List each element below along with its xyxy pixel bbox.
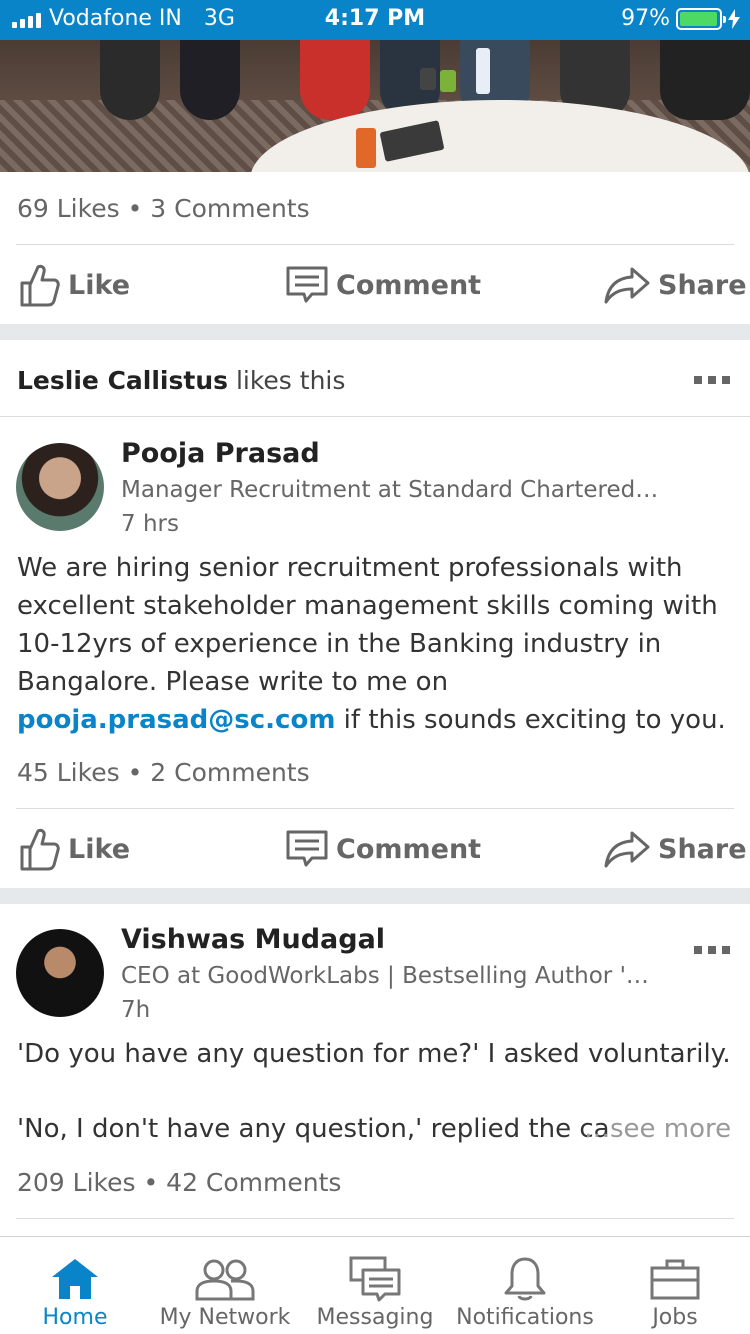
more-options-icon[interactable] [694,376,730,384]
post-text-part: We are hiring senior recruitment profess… [17,553,718,697]
tab-label: Home [42,1305,108,1330]
author-name[interactable]: Vishwas Mudagal [121,924,385,955]
bell-icon [504,1257,546,1301]
post-text-line-1: 'Do you have any question for me?' I ask… [17,1039,731,1069]
post1-actions: Like Comment Share [0,255,750,315]
tab-home[interactable]: Home [0,1237,150,1334]
post2-stats[interactable]: 45 Likes • 2 Comments [0,758,310,787]
post3-stats[interactable]: 209 Likes • 42 Comments [0,1168,341,1197]
email-link[interactable]: pooja.prasad@sc.com [17,705,335,735]
messaging-icon [349,1256,401,1302]
post-text-part: 'No, I don't have any question,' replied… [17,1114,610,1144]
share-button[interactable]: Share [604,255,747,315]
feed-gap [0,324,750,340]
charging-icon [728,8,740,29]
post3-card: Vishwas Mudagal CEO at GoodWorkLabs | Be… [0,904,750,1236]
home-icon [52,1259,98,1299]
battery-icon [676,7,726,30]
liker-name[interactable]: Leslie Callistus [17,366,228,395]
thumbs-up-icon [20,828,60,871]
briefcase-icon [650,1259,700,1300]
post-time: 7h [121,997,151,1023]
avatar[interactable] [16,443,104,531]
post1-stats[interactable]: 69 Likes • 3 Comments [0,194,310,223]
tab-jobs[interactable]: Jobs [600,1237,750,1334]
tab-notifications[interactable]: Notifications [450,1237,600,1334]
author-headline: CEO at GoodWorkLabs | Bestselling Author… [121,963,661,989]
comment-icon [286,266,328,303]
share-label: Share [658,833,747,865]
social-context: Leslie Callistus likes this [17,366,345,395]
tab-messaging[interactable]: Messaging [300,1237,450,1334]
tab-label: My Network [159,1305,291,1330]
comment-button[interactable]: Comment [286,819,481,879]
tab-label: Jobs [652,1305,698,1330]
share-label: Share [658,269,747,301]
comment-label: Comment [336,269,482,301]
like-button[interactable]: Like [18,255,130,315]
author-headline: Manager Recruitment at Standard Chartere… [121,477,661,503]
see-more-link[interactable]: …see more [584,1110,731,1148]
comment-icon [286,830,328,867]
avatar[interactable] [16,929,104,1017]
post2-actions: Like Comment Share [0,819,750,879]
tab-label: Notifications [456,1305,594,1330]
post1-footer: 69 Likes • 3 Comments Like Comment Share [0,172,750,324]
liked-suffix: likes this [235,366,346,395]
tab-my-network[interactable]: My Network [150,1237,300,1334]
thumbs-up-icon [20,264,60,307]
share-icon [604,267,650,304]
bottom-tab-bar: Home My Network Messaging Notifications … [0,1236,750,1334]
network-icon [195,1259,255,1301]
feed-gap [0,888,750,904]
tab-label: Messaging [316,1305,434,1330]
like-button[interactable]: Like [18,819,130,879]
share-button[interactable]: Share [604,819,747,879]
status-bar: Vodafone IN 3G 4:17 PM 97% [0,0,750,40]
post2-card: Leslie Callistus likes this Pooja Prasad… [0,340,750,888]
comment-label: Comment [336,833,482,865]
post-photo[interactable] [0,40,750,172]
post-text: We are hiring senior recruitment profess… [17,549,733,739]
author-name[interactable]: Pooja Prasad [121,438,320,469]
share-icon [604,831,650,868]
post-time: 7 hrs [121,511,179,537]
battery-percent: 97% [621,6,670,31]
status-right: 97% [621,6,740,31]
like-label: Like [68,269,131,301]
comment-button[interactable]: Comment [286,255,481,315]
post-text-line-2: 'No, I don't have any question,' replied… [17,1110,733,1148]
like-label: Like [68,833,131,865]
more-options-icon[interactable] [694,946,730,954]
post-text-part: if this sounds exciting to you. [335,705,726,735]
